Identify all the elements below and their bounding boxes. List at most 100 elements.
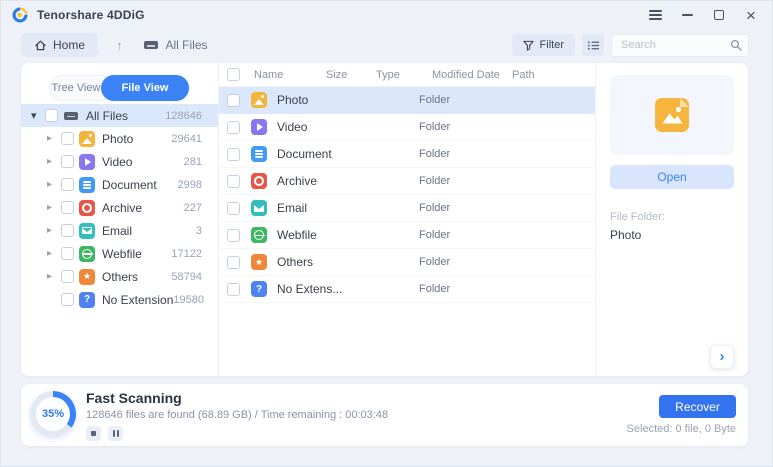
file-type: Folder [419, 283, 595, 295]
row-checkbox[interactable] [227, 229, 240, 242]
file-type-icon [251, 281, 267, 297]
expand-arrow-icon[interactable] [47, 202, 61, 213]
tree-item-count: 17122 [171, 248, 202, 260]
tree-item[interactable]: Email 3 [21, 219, 218, 242]
next-page-button[interactable]: › [710, 345, 734, 369]
filter-label: Filter [540, 39, 564, 51]
file-row[interactable]: Webfile Folder [219, 222, 595, 249]
tree-item[interactable]: Archive 227 [21, 196, 218, 219]
list-view-button[interactable] [582, 34, 604, 56]
column-modified-date: Modified Date [432, 69, 512, 81]
file-type: Folder [419, 256, 595, 268]
select-all-checkbox[interactable] [227, 68, 240, 81]
column-size: Size [326, 69, 376, 81]
up-arrow-button[interactable]: ↑ [116, 38, 123, 53]
drive-icon [143, 37, 159, 53]
file-table: Name Size Type Modified Date Path Photo … [219, 63, 595, 376]
tree-item[interactable]: All Files 128646 [21, 104, 218, 127]
row-checkbox[interactable] [227, 148, 240, 161]
file-type-icon [79, 177, 95, 193]
tree-item-checkbox[interactable] [61, 178, 74, 191]
home-button[interactable]: Home [21, 33, 98, 57]
tree-item-checkbox[interactable] [61, 155, 74, 168]
file-type-icon [79, 131, 95, 147]
row-checkbox[interactable] [227, 256, 240, 269]
row-checkbox[interactable] [227, 202, 240, 215]
scan-status-detail: 128646 files are found (68.89 GB) / Time… [86, 409, 388, 421]
sidebar: Tree View File View All Files 128646 [21, 63, 219, 376]
file-name: Video [277, 120, 369, 134]
scan-footer: 35% Fast Scanning 128646 files are found… [21, 384, 748, 446]
tree-item[interactable]: Others 58794 [21, 265, 218, 288]
filter-button[interactable]: Filter [512, 34, 575, 56]
expand-arrow-icon[interactable] [47, 133, 61, 144]
open-button[interactable]: Open [610, 165, 734, 189]
tree-item-checkbox[interactable] [61, 201, 74, 214]
tree-item[interactable]: Webfile 17122 [21, 242, 218, 265]
search-icon [730, 39, 742, 51]
row-checkbox[interactable] [227, 121, 240, 134]
expand-arrow-icon[interactable] [47, 225, 61, 236]
toolbar-right: Filter [512, 32, 749, 58]
tree-item[interactable]: Photo 29641 [21, 127, 218, 150]
expand-arrow-icon[interactable] [47, 179, 61, 190]
tree-item-checkbox[interactable] [61, 270, 74, 283]
tree-item-checkbox[interactable] [61, 293, 74, 306]
file-name: Email [277, 201, 369, 215]
tree-item-count: 227 [184, 202, 202, 214]
expand-arrow-icon[interactable] [47, 271, 61, 282]
column-path: Path [512, 69, 595, 81]
expand-arrow-icon[interactable] [47, 156, 61, 167]
file-folder-value: Photo [610, 228, 734, 242]
file-row[interactable]: Email Folder [219, 195, 595, 222]
file-name: Document [277, 147, 369, 161]
table-header: Name Size Type Modified Date Path [219, 63, 595, 87]
file-row[interactable]: Video Folder [219, 114, 595, 141]
expand-arrow-icon[interactable] [31, 109, 45, 122]
app-logo-icon [11, 6, 29, 24]
tab-tree-view[interactable]: Tree View [50, 76, 102, 100]
file-name: Archive [277, 174, 369, 188]
recover-button[interactable]: Recover [659, 395, 736, 418]
tree-item-count: 29641 [171, 133, 202, 145]
stop-scan-button[interactable] [86, 426, 101, 441]
preview-panel: Open File Folder: Photo › [595, 63, 748, 376]
file-type-icon [79, 292, 95, 308]
menu-icon[interactable] [646, 6, 664, 24]
pause-scan-button[interactable] [108, 426, 123, 441]
tree-item[interactable]: Video 281 [21, 150, 218, 173]
tree-item-count: 2998 [178, 179, 202, 191]
file-name: No Extens... [277, 282, 369, 296]
file-type-icon [251, 227, 267, 243]
maximize-button[interactable] [710, 6, 728, 24]
breadcrumb-label: All Files [166, 38, 208, 52]
file-row[interactable]: Photo Folder [219, 87, 595, 114]
row-checkbox[interactable] [227, 283, 240, 296]
tree-item-count: 3 [196, 225, 202, 237]
tab-file-view[interactable]: File View [101, 75, 189, 101]
file-type-icon [79, 154, 95, 170]
tree-item-count: 281 [184, 156, 202, 168]
file-type: Folder [419, 148, 595, 160]
tree-item-checkbox[interactable] [45, 109, 58, 122]
file-type-icon [251, 119, 267, 135]
tree-item-label: Email [102, 224, 132, 238]
tree-item[interactable]: Document 2998 [21, 173, 218, 196]
file-row[interactable]: Document Folder [219, 141, 595, 168]
tree-item-checkbox[interactable] [61, 247, 74, 260]
tree-item-label: All Files [86, 109, 128, 123]
row-checkbox[interactable] [227, 94, 240, 107]
file-row[interactable]: Archive Folder [219, 168, 595, 195]
app-window: Tenorshare 4DDiG Home ↑ All Files Fil [0, 0, 773, 467]
expand-arrow-icon[interactable] [47, 248, 61, 259]
file-row[interactable]: No Extens... Folder [219, 276, 595, 303]
row-checkbox[interactable] [227, 175, 240, 188]
tree-item-checkbox[interactable] [61, 224, 74, 237]
scan-status-title: Fast Scanning [86, 390, 388, 406]
tree-item[interactable]: No Extension 19580 [21, 288, 218, 311]
close-button[interactable] [742, 6, 760, 24]
file-row[interactable]: Others Folder [219, 249, 595, 276]
search-input[interactable] [611, 34, 749, 57]
tree-item-checkbox[interactable] [61, 132, 74, 145]
minimize-button[interactable] [678, 6, 696, 24]
